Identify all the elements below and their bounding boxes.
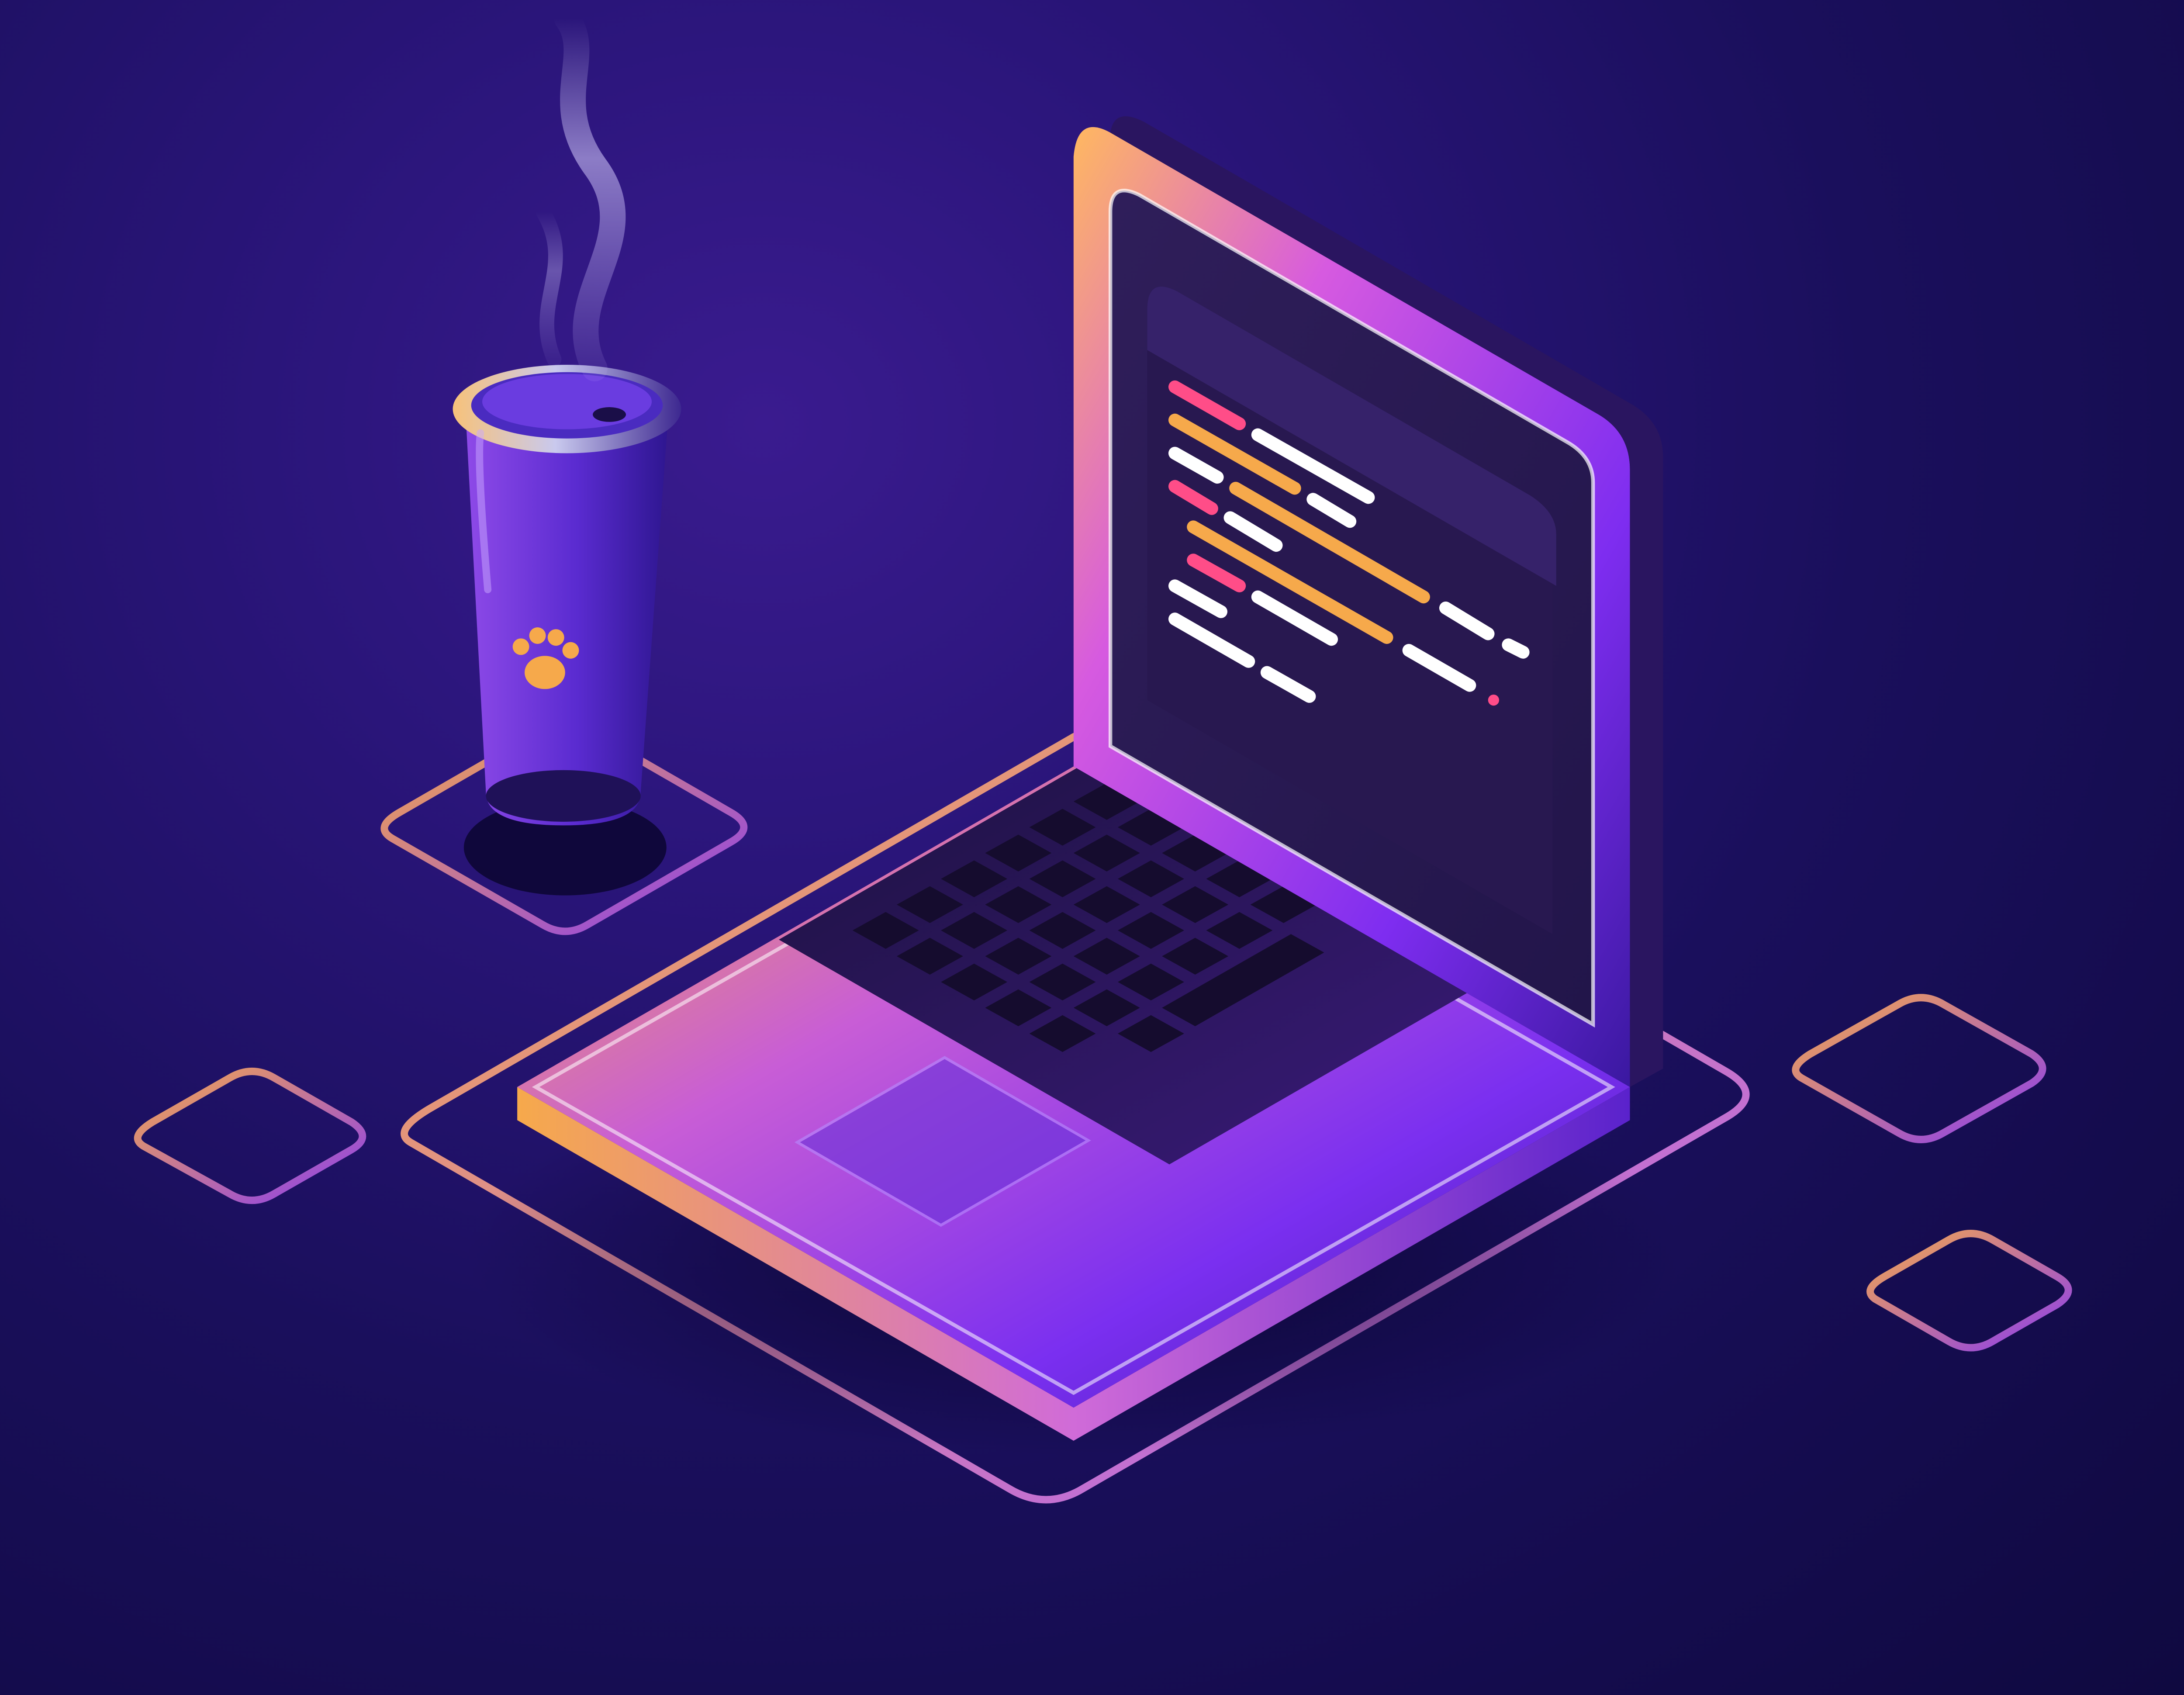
rhombus-outline-small: [138, 1071, 363, 1200]
rhombus-outline-small: [1870, 1234, 2069, 1348]
steam-icon: [543, 18, 613, 368]
coffee-cup-icon: [453, 365, 681, 825]
isometric-illustration: [0, 0, 2184, 1695]
rhombus-outline-small: [1796, 998, 2042, 1140]
